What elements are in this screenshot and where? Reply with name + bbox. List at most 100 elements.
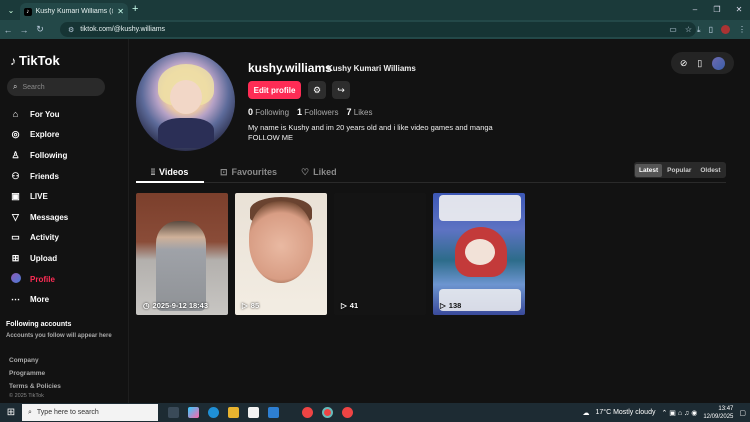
notification-icon[interactable]: ▢ — [739, 409, 746, 417]
chrome-active-icon[interactable] — [322, 407, 333, 418]
chrome-profile-icon[interactable] — [342, 407, 353, 418]
sidebar-item-profile[interactable]: Profile — [10, 269, 68, 290]
profile-display-name: Kushy Kumari Williams — [327, 64, 416, 73]
chrome-icon[interactable] — [302, 407, 313, 418]
weather-text[interactable]: 17°C Mostly cloudy — [595, 409, 655, 416]
footer-link-terms[interactable]: Terms & Policies — [9, 383, 61, 390]
tab-label: Favourites — [231, 167, 278, 177]
browser-tab[interactable]: ♪ Kushy Kumari Williams (@kushy.williams… — [20, 3, 128, 20]
device-icon[interactable]: ▯ — [697, 58, 702, 69]
cast-icon[interactable]: ▭ — [669, 25, 677, 34]
friends-icon: ⚇ — [11, 170, 20, 181]
sidebar-item-friends[interactable]: ⚇ Friends — [10, 166, 68, 187]
footer-link-programme[interactable]: Programme — [9, 370, 61, 377]
store-icon[interactable] — [248, 407, 259, 418]
site-info-icon[interactable]: ⚙ — [68, 26, 74, 34]
followers-label: Followers — [304, 108, 339, 117]
back-icon[interactable]: ← — [0, 25, 16, 35]
plus-icon: ⊞ — [11, 252, 20, 263]
forward-icon[interactable]: → — [16, 25, 32, 35]
following-accounts-section: Following accounts Accounts you follow w… — [6, 321, 112, 339]
clock-icon: ◷ — [143, 301, 150, 310]
sidebar-item-upload[interactable]: ⊞ Upload — [10, 248, 68, 269]
reload-icon[interactable]: ↻ — [32, 24, 48, 35]
likes-count: 7 — [346, 107, 352, 117]
mail-icon[interactable] — [268, 407, 279, 418]
edge-icon[interactable] — [208, 407, 219, 418]
sidebar-item-activity[interactable]: ▭ Activity — [10, 228, 68, 249]
stat-following[interactable]: 0 Following — [248, 107, 289, 117]
play-icon: ▷ — [440, 301, 446, 310]
tab-favourites[interactable]: ⊡ Favourites — [220, 161, 277, 183]
sort-oldest[interactable]: Oldest — [696, 164, 724, 177]
footer-link-company[interactable]: Company — [9, 357, 61, 364]
video-date: ◷ 2025-9-12 18:43 — [143, 301, 208, 310]
copilot-icon[interactable] — [188, 407, 199, 418]
video-views: ▷ 138 — [440, 301, 461, 310]
video-thumbnail[interactable]: ▷ 85 — [235, 193, 327, 315]
sidebar-item-for-you[interactable]: ⌂ For You — [10, 104, 68, 125]
share-profile-button[interactable]: ↪ — [332, 81, 350, 99]
close-window-button[interactable]: ✕ — [728, 0, 750, 20]
video-thumbnail[interactable]: ◷ 2025-9-12 18:43 — [136, 193, 228, 315]
avatar-icon — [10, 273, 21, 285]
profile-stats: 0 Following 1 Followers 7 Likes — [248, 107, 372, 117]
sidebar-item-label: Explore — [30, 130, 60, 140]
omnibox[interactable]: ⚙ tiktok.com/@kushy.williams — [60, 22, 696, 37]
settings-button[interactable]: ⚙ — [308, 81, 326, 99]
download-icon[interactable]: ⤓ — [697, 25, 701, 35]
tiktok-logo[interactable]: ♪ TikTok — [10, 53, 60, 68]
sidebar-item-label: Friends — [30, 171, 59, 181]
sort-latest[interactable]: Latest — [635, 163, 663, 177]
video-thumbnail[interactable]: ▷ 41 — [334, 193, 426, 315]
tab-close-icon[interactable]: ✕ — [117, 7, 124, 16]
sidebar-item-label: Activity — [30, 233, 59, 243]
tab-search-dropdown-icon[interactable]: ⌄ — [4, 3, 18, 17]
stat-followers[interactable]: 1 Followers — [297, 107, 338, 117]
tab-videos[interactable]: ⦙⦙ Videos — [151, 161, 188, 183]
window-controls: – ❐ ✕ — [684, 0, 750, 20]
message-icon: ▭ — [11, 232, 20, 243]
bookmark-star-icon[interactable]: ☆ — [685, 25, 692, 34]
windows-start-icon[interactable]: ⊞ — [0, 407, 22, 418]
user-avatar[interactable] — [712, 56, 726, 70]
tiktok-note-icon: ♪ — [10, 53, 16, 68]
video-thumbnail[interactable]: ▷ 138 — [433, 193, 525, 315]
file-explorer-icon[interactable] — [228, 407, 239, 418]
search-input[interactable]: ⌕ Search — [7, 78, 105, 96]
likes-label: Likes — [353, 108, 373, 117]
sidebar-item-live[interactable]: ▣ LIVE — [10, 186, 68, 207]
gear-icon: ⚙ — [312, 84, 322, 95]
chrome-profile-avatar[interactable] — [721, 25, 730, 34]
tray-icons[interactable]: ⌃ ▣ ⌂ ♫ ◉ — [661, 409, 697, 417]
taskbar-search[interactable]: ⌕ Type here to search — [22, 404, 158, 421]
date: 12/09/2025 — [703, 413, 734, 420]
omnibox-actions: ▭ ☆ — [669, 20, 692, 39]
coin-icon[interactable]: ⊘ — [680, 58, 688, 69]
edit-profile-button[interactable]: Edit profile — [248, 81, 301, 99]
avatar-collar — [158, 118, 214, 148]
clock[interactable]: 13:47 12/09/2025 — [703, 405, 733, 421]
tab-liked[interactable]: ♡ Liked — [301, 161, 337, 183]
maximize-button[interactable]: ❐ — [706, 0, 728, 20]
new-tab-button[interactable]: + — [132, 3, 138, 15]
sort-popular[interactable]: Popular — [663, 164, 695, 177]
search-icon: ⌕ — [13, 82, 18, 91]
weather-icon: ☁ — [582, 409, 590, 417]
video-label: 85 — [250, 301, 260, 310]
sidebar-item-explore[interactable]: ◎ Explore — [10, 125, 68, 146]
sidebar-item-label: Profile — [30, 274, 55, 284]
sidebar-item-messages[interactable]: ▽ Messages — [10, 207, 68, 228]
extensions-icon[interactable]: ▯ — [709, 25, 713, 34]
tab-label: Liked — [313, 167, 337, 177]
following-count: 0 — [248, 107, 254, 117]
video-label: 41 — [349, 301, 359, 310]
profile-avatar[interactable] — [136, 52, 235, 151]
chrome-menu-icon[interactable]: ⋮ — [738, 25, 746, 34]
tiktok-favicon-icon: ♪ — [24, 7, 32, 16]
sidebar-item-more[interactable]: ⋯ More — [10, 289, 68, 310]
sidebar-item-following[interactable]: ♙ Following — [10, 145, 68, 166]
task-view-icon[interactable] — [168, 407, 179, 418]
minimize-button[interactable]: – — [684, 0, 706, 20]
video-views: ▷ 41 — [341, 301, 358, 310]
